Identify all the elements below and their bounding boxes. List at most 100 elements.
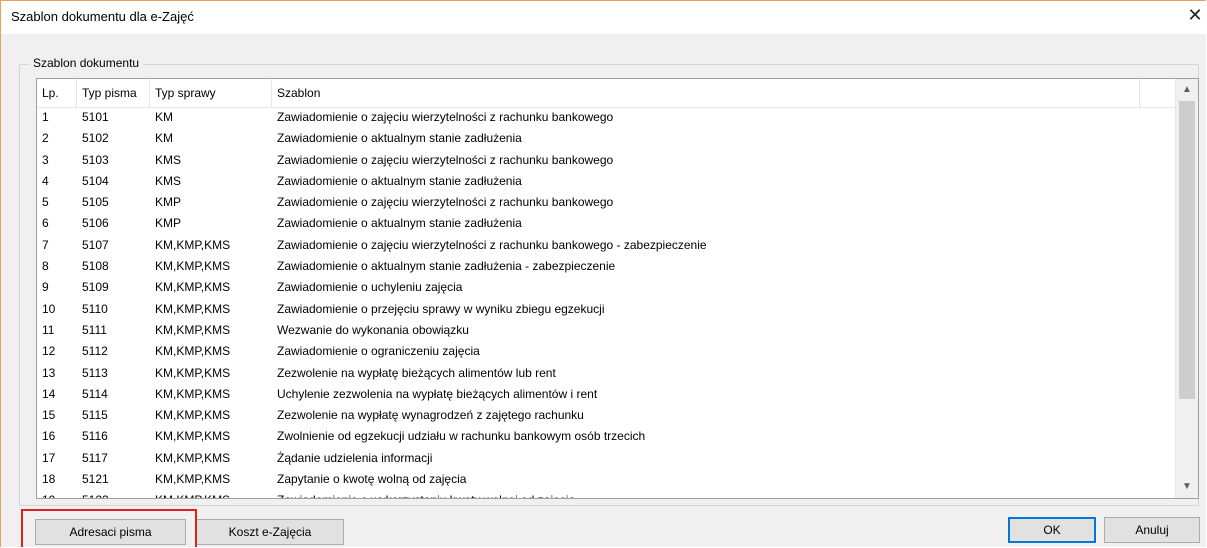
cell-lp: 12 xyxy=(42,344,56,359)
template-table[interactable]: Lp. Typ pisma Typ sprawy Szablon 1 5101 KM… xyxy=(36,78,1199,499)
cell-szablon: Zwolnienie od egzekucji udziału w rachun… xyxy=(277,429,646,444)
cell-typ-sprawy: KM,KMP,KMS xyxy=(155,322,231,337)
cell-typ-pisma: 5112 xyxy=(82,344,108,359)
dialog-title: Szablon dokumentu dla e-Zajęć xyxy=(11,9,194,24)
cell-lp: 9 xyxy=(42,280,49,295)
cell-szablon: Zawiadomienie o aktualnym stanie zadłuże… xyxy=(277,259,616,274)
cell-lp: 14 xyxy=(42,386,56,401)
cell-szablon: Uchylenie zezwolenia na wypłatę bieżącyc… xyxy=(277,386,598,401)
cell-szablon: Zawiadomienie o zajęciu wierzytelności z… xyxy=(277,110,614,124)
column-header-typ-sprawy[interactable]: Typ sprawy xyxy=(150,79,272,107)
cell-typ-pisma: 5114 xyxy=(82,386,108,401)
cell-typ-sprawy: KM,KMP,KMS xyxy=(155,301,231,316)
cell-szablon: Zawiadomienie o aktualnym stanie zadłuże… xyxy=(277,173,522,188)
table-row[interactable]: 16 5116 KM,KMP,KMS Zwolnienie od egzekucji … xyxy=(37,426,1176,447)
cell-lp: 17 xyxy=(42,450,56,465)
cell-lp: 6 xyxy=(42,216,49,231)
anuluj-button[interactable]: Anuluj xyxy=(1104,517,1200,543)
cell-typ-pisma: 5109 xyxy=(82,280,109,295)
cell-szablon: Zawiadomienie o wykorzystaniu kwoty woln… xyxy=(272,490,575,498)
cell-typ-pisma: 5107 xyxy=(82,237,109,252)
table-row[interactable]: 19 5122 KM,KMP,KMS Zawiadomienie o wykorzys… xyxy=(37,490,1176,498)
vertical-scrollbar[interactable]: ▲ ▼ xyxy=(1175,79,1198,498)
table-row[interactable]: 11 5111 KM,KMP,KMS Wezwanie do wykonania ob… xyxy=(37,320,1176,341)
cell-szablon: Zawiadomienie o uchyleniu zajęcia xyxy=(277,280,463,295)
table-row[interactable]: 8 5108 KM,KMP,KMS Zawiadomienie o aktualnym… xyxy=(37,256,1176,277)
cell-typ-pisma: 5106 xyxy=(82,216,109,231)
scroll-up-icon[interactable]: ▲ xyxy=(1176,79,1198,101)
cell-typ-pisma: 5105 xyxy=(82,195,109,210)
column-header-lp[interactable]: Lp. xyxy=(37,79,77,107)
table-row[interactable]: 6 5106 KMP Zawiadomienie o aktualnym stanie… xyxy=(37,213,1176,234)
table-row[interactable]: 4 5104 KMS Zawiadomienie o aktualnym stanie… xyxy=(37,171,1176,192)
cell-lp: 8 xyxy=(42,259,49,274)
cell-szablon: Zawiadomienie o ograniczeniu zajęcia xyxy=(277,344,480,359)
table-row[interactable]: 1 5101 KM Zawiadomienie o zajęciu wierzytel… xyxy=(37,107,1176,128)
cell-typ-sprawy: KM,KMP,KMS xyxy=(155,472,231,487)
cell-typ-sprawy: KM,KMP,KMS xyxy=(155,259,231,274)
column-header-typ-pisma[interactable]: Typ pisma xyxy=(77,79,150,107)
cell-typ-sprawy: KM,KMP,KMS xyxy=(155,237,231,252)
scroll-down-icon[interactable]: ▼ xyxy=(1176,476,1198,498)
cell-lp: 19 xyxy=(37,490,55,498)
cell-szablon: Zezwolenie na wypłatę wynagrodzeń z zaję… xyxy=(277,408,584,423)
cell-lp: 7 xyxy=(42,237,49,252)
table-row[interactable]: 7 5107 KM,KMP,KMS Zawiadomienie o zajęciu w… xyxy=(37,235,1176,256)
cell-typ-sprawy: KM,KMP,KMS xyxy=(155,280,231,295)
cell-typ-sprawy: KM,KMP,KMS xyxy=(155,408,231,423)
cell-lp: 16 xyxy=(42,429,56,444)
cell-szablon: Zawiadomienie o aktualnym stanie zadłuże… xyxy=(277,216,522,231)
ok-button[interactable]: OK xyxy=(1008,517,1096,543)
table-row[interactable]: 15 5115 KM,KMP,KMS Zezwolenie na wypłatę wy… xyxy=(37,405,1176,426)
cell-szablon: Zawiadomienie o aktualnym stanie zadłuże… xyxy=(277,131,522,146)
table-body: 1 5101 KM Zawiadomienie o zajęciu wierzytel… xyxy=(37,107,1176,498)
table-row[interactable]: 5 5105 KMP Zawiadomienie o zajęciu wierzyte… xyxy=(37,192,1176,213)
cell-typ-pisma: 5108 xyxy=(82,259,109,274)
cell-szablon: Wezwanie do wykonania obowiązku xyxy=(277,322,469,337)
cell-typ-sprawy: KM,KMP,KMS xyxy=(150,490,230,498)
cell-szablon: Zawiadomienie o przejęciu sprawy w wynik… xyxy=(277,301,605,316)
cell-typ-pisma: 5101 xyxy=(82,110,109,124)
cell-lp: 4 xyxy=(42,173,49,188)
scroll-thumb[interactable] xyxy=(1179,101,1195,399)
cell-typ-pisma: 5117 xyxy=(82,450,108,465)
title-bar: Szablon dokumentu dla e-Zajęć ✕ xyxy=(1,1,1206,34)
cell-lp: 18 xyxy=(42,472,56,487)
table-row[interactable]: 17 5117 KM,KMP,KMS Żądanie udzielenia infor… xyxy=(37,448,1176,469)
cell-lp: 1 xyxy=(42,110,49,124)
cell-typ-sprawy: KMS xyxy=(155,152,182,167)
cell-lp: 3 xyxy=(42,152,49,167)
table-row[interactable]: 2 5102 KM Zawiadomienie o aktualnym stanie … xyxy=(37,128,1176,149)
table-row[interactable]: 10 5110 KM,KMP,KMS Zawiadomienie o przejęci… xyxy=(37,299,1176,320)
table-row[interactable]: 14 5114 KM,KMP,KMS Uchylenie zezwolenia na … xyxy=(37,384,1176,405)
table-row[interactable]: 13 5113 KM,KMP,KMS Zezwolenie na wypłatę bi… xyxy=(37,363,1176,384)
cell-typ-sprawy: KM,KMP,KMS xyxy=(155,344,231,359)
cell-typ-pisma: 5115 xyxy=(82,408,108,423)
koszt-e-zajecia-button[interactable]: Koszt e-Zajęcia xyxy=(196,519,344,545)
cell-lp: 15 xyxy=(42,408,56,423)
cell-lp: 10 xyxy=(42,301,56,316)
cell-typ-sprawy: KM,KMP,KMS xyxy=(155,386,231,401)
cell-lp: 11 xyxy=(42,322,55,337)
column-header-szablon[interactable]: Szablon xyxy=(272,79,1140,107)
cell-typ-sprawy: KM,KMP,KMS xyxy=(155,365,231,380)
cell-typ-pisma: 5113 xyxy=(82,365,108,380)
cell-lp: 2 xyxy=(42,131,49,146)
table-header: Lp. Typ pisma Typ sprawy Szablon xyxy=(37,79,1176,108)
cell-typ-pisma: 5121 xyxy=(82,472,109,487)
cell-szablon: Zawiadomienie o zajęciu wierzytelności z… xyxy=(277,237,707,252)
table-row[interactable]: 12 5112 KM,KMP,KMS Zawiadomienie o ogranicz… xyxy=(37,341,1176,362)
cell-typ-sprawy: KM xyxy=(155,110,173,124)
table-row[interactable]: 18 5121 KM,KMP,KMS Zapytanie o kwotę wolną … xyxy=(37,469,1176,490)
cell-typ-pisma: 5103 xyxy=(82,152,109,167)
cell-typ-sprawy: KMP xyxy=(155,195,182,210)
table-row[interactable]: 3 5103 KMS Zawiadomienie o zajęciu wierzyte… xyxy=(37,150,1176,171)
cell-typ-sprawy: KM,KMP,KMS xyxy=(155,429,231,444)
cell-typ-sprawy: KMP xyxy=(155,216,182,231)
close-icon[interactable]: ✕ xyxy=(1183,5,1206,26)
table-row[interactable]: 9 5109 KM,KMP,KMS Zawiadomienie o uchyleniu… xyxy=(37,277,1176,298)
cell-szablon: Zawiadomienie o zajęciu wierzytelności z… xyxy=(277,152,614,167)
cell-typ-sprawy: KMS xyxy=(155,173,182,188)
cell-szablon: Zawiadomienie o zajęciu wierzytelności z… xyxy=(277,195,614,210)
cell-typ-pisma: 5104 xyxy=(82,173,109,188)
